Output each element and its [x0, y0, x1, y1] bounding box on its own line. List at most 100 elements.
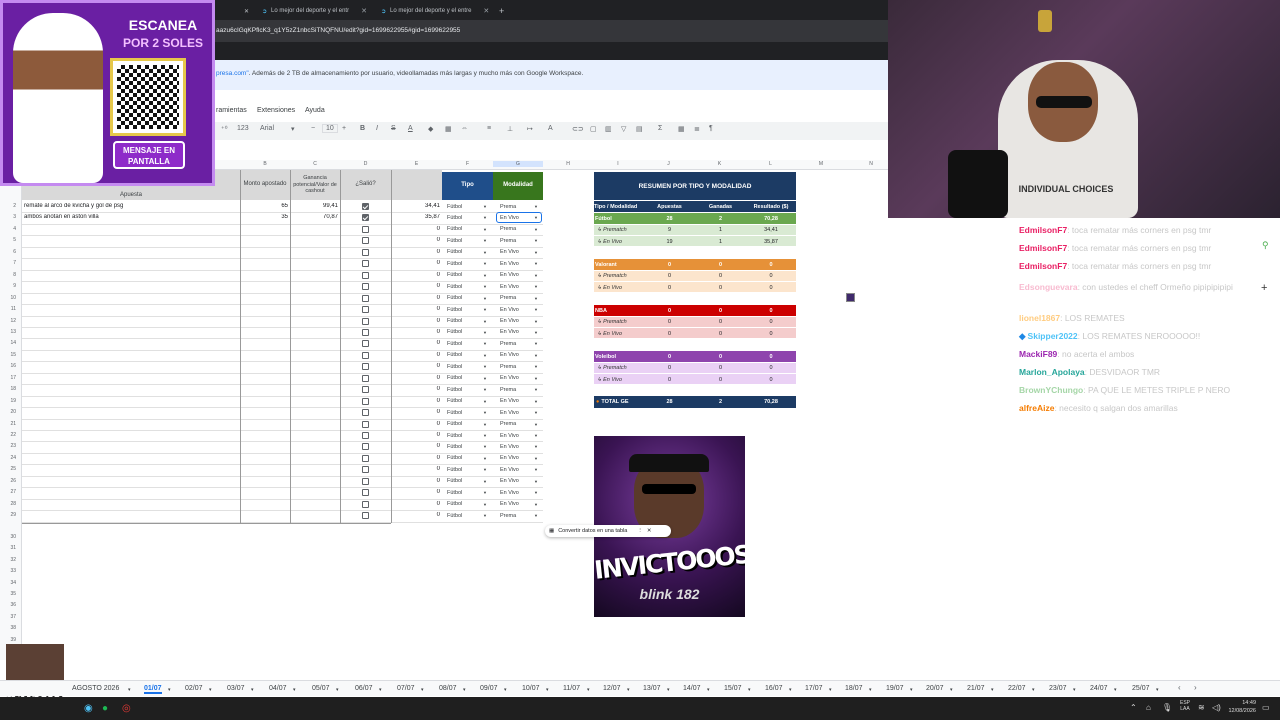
- row-number[interactable]: 17: [0, 375, 16, 381]
- tipo-dropdown[interactable]: Fútbol ▼: [444, 385, 490, 394]
- filter-views-icon[interactable]: ▤: [636, 125, 643, 133]
- modalidad-dropdown[interactable]: En Vivo ▼: [497, 465, 541, 474]
- chevron-down-icon[interactable]: ▾: [950, 687, 953, 693]
- chevron-down-icon[interactable]: ▾: [504, 687, 507, 693]
- row-number[interactable]: 29: [0, 512, 16, 518]
- chevron-down-icon[interactable]: ▾: [1156, 687, 1159, 693]
- bet-result[interactable]: 0: [391, 386, 440, 392]
- row-number[interactable]: 24: [0, 455, 16, 461]
- chevron-down-icon[interactable]: ▾: [789, 687, 792, 693]
- bet-result[interactable]: 0: [391, 260, 440, 266]
- won-checkbox[interactable]: [362, 283, 369, 291]
- bet-result[interactable]: 0: [391, 432, 440, 438]
- rotate-icon[interactable]: A: [548, 125, 553, 132]
- tipo-dropdown[interactable]: Fútbol ▼: [444, 374, 490, 383]
- text-color-icon[interactable]: A: [408, 125, 413, 132]
- bet-result[interactable]: 0: [391, 272, 440, 278]
- tipo-dropdown[interactable]: Fútbol ▼: [444, 305, 490, 314]
- bet-result[interactable]: 0: [391, 295, 440, 301]
- bet-result[interactable]: 35,87: [391, 214, 440, 220]
- plus-icon[interactable]: +: [1261, 282, 1267, 294]
- notification-icon[interactable]: ▭: [1262, 703, 1270, 712]
- sheet-tab[interactable]: 05/07: [312, 685, 330, 692]
- modalidad-dropdown[interactable]: En Vivo ▼: [497, 317, 541, 326]
- chat-username[interactable]: Marlon_Apolaya: [1019, 367, 1085, 377]
- new-tab-button[interactable]: +: [499, 3, 504, 19]
- row-number[interactable]: 14: [0, 340, 16, 346]
- bet-description[interactable]: remate al arco de kvicha y gol de psg: [24, 203, 238, 209]
- chevron-down-icon[interactable]: ▾: [1114, 687, 1117, 693]
- menu-extensions[interactable]: Extensiones: [257, 107, 295, 114]
- modalidad-dropdown[interactable]: En Vivo ▼: [497, 328, 541, 337]
- menu-help[interactable]: Ayuda: [305, 107, 325, 114]
- tipo-dropdown[interactable]: Fútbol ▼: [444, 271, 490, 280]
- convert-table-chip[interactable]: ▦ Convertir datos en una tabla ⋮ ✕: [545, 525, 671, 537]
- won-checkbox[interactable]: [362, 386, 369, 394]
- won-checkbox[interactable]: [362, 328, 369, 336]
- sheet-tab[interactable]: 21/07: [967, 685, 985, 692]
- modalidad-dropdown[interactable]: Prema ▼: [497, 225, 541, 234]
- tipo-dropdown[interactable]: Fútbol ▼: [444, 397, 490, 406]
- bet-result[interactable]: 0: [391, 375, 440, 381]
- chevron-down-icon[interactable]: ▾: [667, 687, 670, 693]
- volume-icon[interactable]: ◁): [1212, 703, 1221, 712]
- format-number-button[interactable]: 123: [237, 125, 249, 132]
- sheet-tab[interactable]: 01/07: [144, 685, 162, 694]
- functions-icon[interactable]: Σ: [658, 125, 662, 132]
- chevron-down-icon[interactable]: ▾: [1032, 687, 1035, 693]
- bold-icon[interactable]: B: [360, 125, 365, 132]
- wifi-icon[interactable]: ≋: [1198, 703, 1205, 712]
- row-number[interactable]: 22: [0, 432, 16, 438]
- bet-result[interactable]: 0: [391, 489, 440, 495]
- chat-username[interactable]: lionel1867: [1019, 313, 1060, 323]
- bet-amount[interactable]: 35: [240, 214, 288, 220]
- bet-result[interactable]: 0: [391, 455, 440, 461]
- chevron-right-icon[interactable]: ›: [1194, 683, 1197, 692]
- row-number[interactable]: 18: [0, 386, 16, 392]
- row-number[interactable]: 34: [0, 580, 16, 586]
- won-checkbox[interactable]: [362, 271, 369, 279]
- row-number[interactable]: 9: [0, 283, 16, 289]
- increase-font-icon[interactable]: +: [342, 125, 346, 132]
- language-indicator[interactable]: ESP LAA: [1176, 700, 1194, 712]
- bet-result[interactable]: 0: [391, 501, 440, 507]
- close-icon[interactable]: ✕: [647, 528, 652, 534]
- won-checkbox[interactable]: [362, 409, 369, 417]
- chevron-down-icon[interactable]: ▾: [209, 687, 212, 693]
- row-number[interactable]: 15: [0, 352, 16, 358]
- chat-username[interactable]: EdmilsonF7: [1019, 225, 1067, 235]
- sheet-tab[interactable]: 12/07: [603, 685, 621, 692]
- row-number[interactable]: 38: [0, 625, 16, 631]
- row-number[interactable]: 8: [0, 272, 16, 278]
- bet-result[interactable]: 0: [391, 478, 440, 484]
- tipo-dropdown[interactable]: Fútbol ▼: [444, 328, 490, 337]
- chevron-left-icon[interactable]: ‹: [1178, 683, 1181, 692]
- modalidad-dropdown[interactable]: En Vivo ▼: [496, 212, 542, 224]
- modalidad-dropdown[interactable]: En Vivo ▼: [497, 397, 541, 406]
- modalidad-dropdown[interactable]: En Vivo ▼: [497, 374, 541, 383]
- bet-payout[interactable]: 70,87: [290, 214, 338, 220]
- italic-icon[interactable]: I: [376, 125, 378, 132]
- row-number[interactable]: 27: [0, 489, 16, 495]
- spotify-icon[interactable]: ●: [102, 703, 108, 714]
- modalidad-dropdown[interactable]: En Vivo ▼: [497, 431, 541, 440]
- chevron-down-icon[interactable]: ▾: [1073, 687, 1076, 693]
- chevron-down-icon[interactable]: ▾: [463, 687, 466, 693]
- won-checkbox[interactable]: [362, 420, 369, 428]
- tipo-dropdown[interactable]: Fútbol ▼: [444, 408, 490, 417]
- bet-result[interactable]: 0: [391, 352, 440, 358]
- tipo-dropdown[interactable]: Fútbol ▼: [444, 454, 490, 463]
- won-checkbox[interactable]: [362, 512, 369, 520]
- won-checkbox[interactable]: [362, 340, 369, 348]
- table-icon[interactable]: ▦: [678, 125, 685, 133]
- bet-result[interactable]: 0: [391, 466, 440, 472]
- more-icon[interactable]: ⋮: [637, 528, 643, 534]
- won-checkbox[interactable]: [362, 397, 369, 405]
- won-checkbox[interactable]: [362, 294, 369, 302]
- modalidad-dropdown[interactable]: En Vivo ▼: [497, 259, 541, 268]
- modalidad-dropdown[interactable]: En Vivo ▼: [497, 408, 541, 417]
- tipo-dropdown[interactable]: Fútbol ▼: [444, 362, 490, 371]
- column-header[interactable]: H: [543, 161, 593, 167]
- chevron-down-icon[interactable]: ▾: [991, 687, 994, 693]
- valign-icon[interactable]: ⊥: [507, 125, 513, 133]
